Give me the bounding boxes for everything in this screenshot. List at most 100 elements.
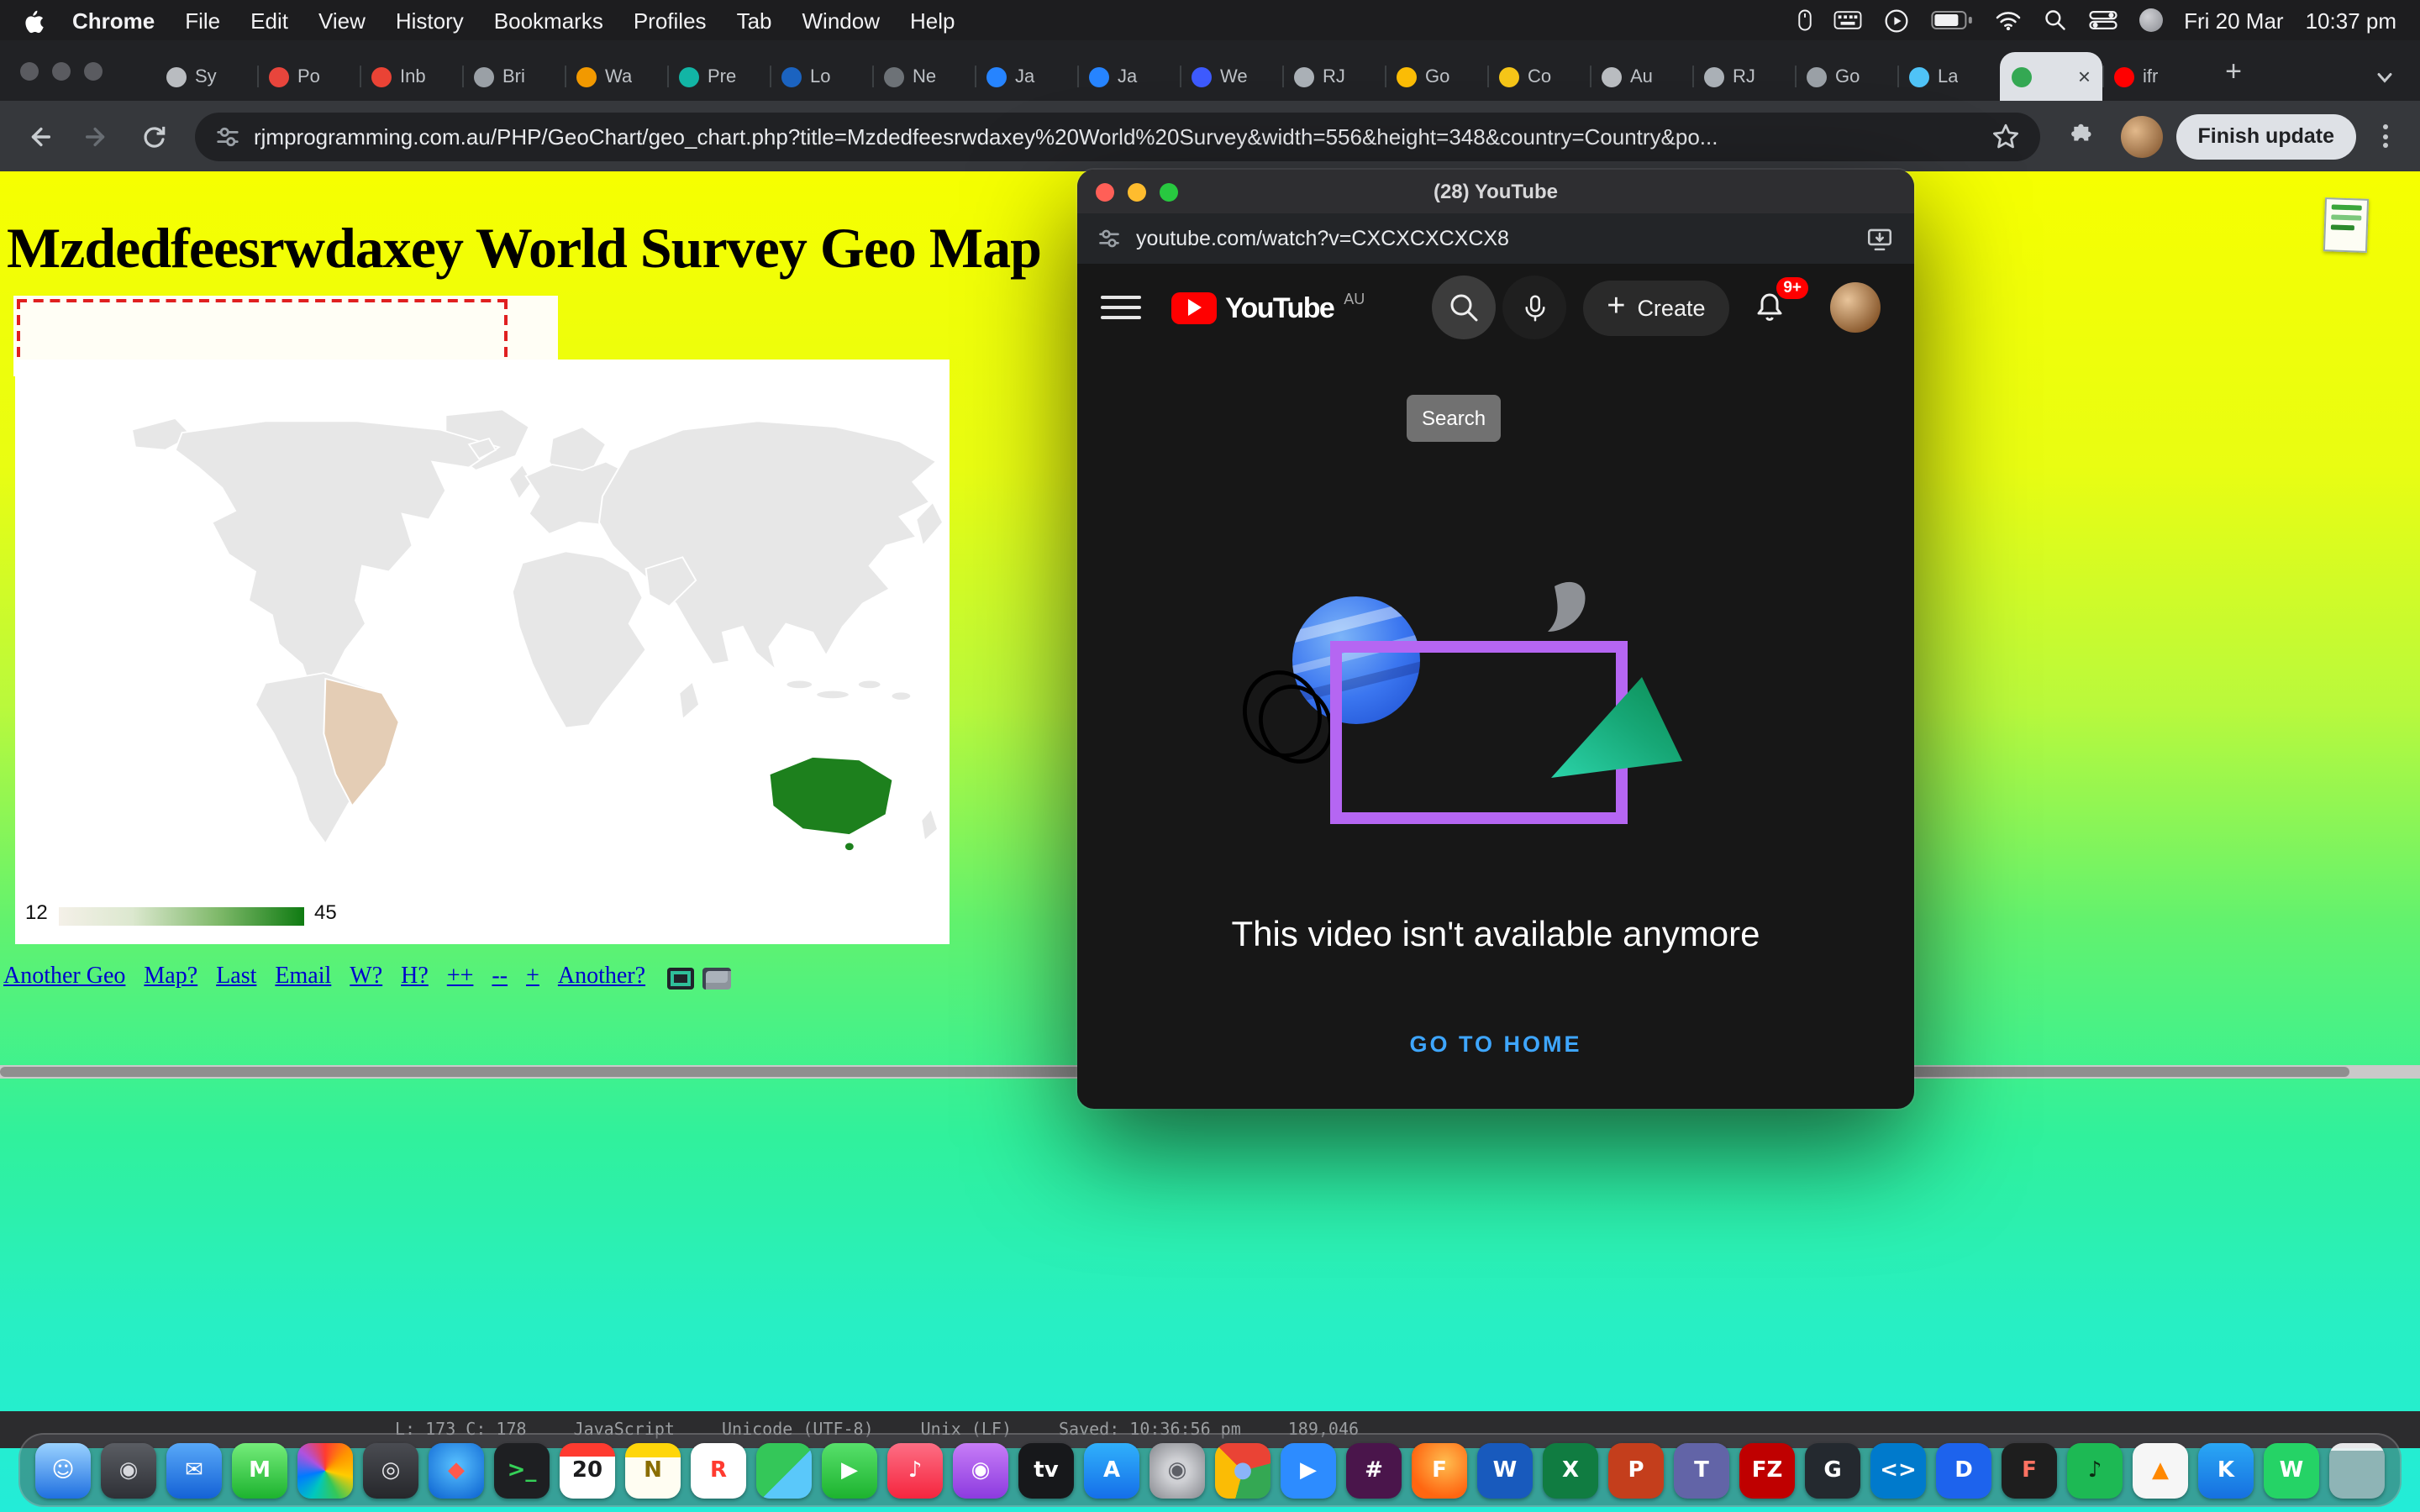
- dock-app-spotify[interactable]: ♪: [2067, 1442, 2123, 1498]
- browser-tab[interactable]: We ×: [1180, 52, 1282, 101]
- browser-tab[interactable]: Sy ×: [155, 52, 257, 101]
- finish-update-button[interactable]: Finish update: [2176, 113, 2357, 159]
- browser-tab[interactable]: ifr ×: [2102, 52, 2205, 101]
- page-link[interactable]: Another Geo: [3, 964, 125, 991]
- page-link[interactable]: Last: [216, 964, 256, 991]
- tv-icon[interactable]: [667, 967, 694, 989]
- dock-app-chrome[interactable]: ●: [1215, 1442, 1270, 1498]
- dock-app-calendar[interactable]: 20: [560, 1442, 615, 1498]
- dock-app-teams[interactable]: T: [1674, 1442, 1729, 1498]
- menu-item[interactable]: Edit: [250, 8, 288, 33]
- page-link[interactable]: ++: [447, 964, 474, 991]
- go-to-home-button[interactable]: GO TO HOME: [1077, 1016, 1914, 1072]
- dock-app-notes[interactable]: N: [625, 1442, 681, 1498]
- menu-item[interactable]: File: [185, 8, 220, 33]
- browser-tab[interactable]: La ×: [1897, 52, 2000, 101]
- minimize-window-button[interactable]: [52, 62, 71, 81]
- dock-app-filezilla[interactable]: FZ: [1739, 1442, 1795, 1498]
- page-link[interactable]: Map?: [144, 964, 197, 991]
- control-center-icon[interactable]: [2088, 10, 2117, 30]
- install-app-icon[interactable]: [1865, 224, 1894, 253]
- back-button[interactable]: [13, 111, 64, 161]
- apple-menu[interactable]: [24, 8, 45, 33]
- dock-app-slack[interactable]: #: [1346, 1442, 1402, 1498]
- browser-tab[interactable]: Co ×: [1487, 52, 1590, 101]
- create-button[interactable]: + Create: [1583, 280, 1728, 335]
- hamburger-menu-icon[interactable]: [1101, 287, 1141, 328]
- browser-tab[interactable]: RJ ×: [1692, 52, 1795, 101]
- note-thumbnail[interactable]: [2323, 197, 2369, 253]
- profile-avatar[interactable]: [2121, 115, 2163, 157]
- browser-tab[interactable]: Lo ×: [770, 52, 872, 101]
- dock-app-photos[interactable]: [297, 1442, 353, 1498]
- page-link[interactable]: Email: [275, 964, 331, 991]
- menu-time[interactable]: 10:37 pm: [2306, 8, 2396, 33]
- menu-item[interactable]: Chrome: [72, 8, 155, 33]
- browser-tab[interactable]: Inb ×: [360, 52, 462, 101]
- browser-tab[interactable]: Pre ×: [667, 52, 770, 101]
- dock-app-tv[interactable]: tv: [1018, 1442, 1074, 1498]
- close-window-button[interactable]: [20, 62, 39, 81]
- forward-button[interactable]: [71, 111, 121, 161]
- url-text[interactable]: rjmprogramming.com.au/PHP/GeoChart/geo_c…: [254, 123, 1978, 149]
- dock-app-app-store[interactable]: A: [1084, 1442, 1139, 1498]
- dock-app-trash[interactable]: [2329, 1442, 2385, 1498]
- browser-tab[interactable]: Go ×: [1385, 52, 1487, 101]
- dock-app-music[interactable]: ♪: [887, 1442, 943, 1498]
- notifications-button[interactable]: 9+: [1749, 286, 1793, 329]
- wifi-icon[interactable]: [1994, 10, 2021, 30]
- browser-tab[interactable]: Ja ×: [1077, 52, 1180, 101]
- dock-app-excel[interactable]: X: [1543, 1442, 1598, 1498]
- bookmark-star-icon[interactable]: [1991, 122, 2020, 150]
- dock-app-word[interactable]: W: [1477, 1442, 1533, 1498]
- dock-app-keynote[interactable]: K: [2198, 1442, 2254, 1498]
- zoom-window-button[interactable]: [1160, 182, 1178, 201]
- spotlight-icon[interactable]: [2043, 8, 2066, 32]
- dock-app-powerpoint[interactable]: P: [1608, 1442, 1664, 1498]
- browser-tab[interactable]: Go ×: [1795, 52, 1897, 101]
- dock-app-finder[interactable]: ☺: [35, 1442, 91, 1498]
- extensions-puzzle-icon[interactable]: [2057, 111, 2107, 161]
- dock-app-facetime[interactable]: ▶: [822, 1442, 877, 1498]
- menu-item[interactable]: History: [396, 8, 464, 33]
- dock-app-terminal[interactable]: >_: [494, 1442, 550, 1498]
- dock-app-camera[interactable]: ◎: [363, 1442, 418, 1498]
- menu-item[interactable]: Bookmarks: [494, 8, 603, 33]
- browser-tab[interactable]: Bri ×: [462, 52, 565, 101]
- voice-search-button[interactable]: [1502, 276, 1566, 339]
- new-tab-button[interactable]: +: [2212, 50, 2255, 94]
- dock-app-docker[interactable]: D: [1936, 1442, 1991, 1498]
- dock-app-zoom[interactable]: ▶: [1281, 1442, 1336, 1498]
- dock-app-messages[interactable]: M: [232, 1442, 287, 1498]
- youtube-titlebar[interactable]: (28) YouTube: [1077, 170, 1914, 213]
- go-to-home-label[interactable]: GO TO HOME: [1382, 1016, 1608, 1072]
- dock-app-launchpad[interactable]: ◉: [101, 1442, 156, 1498]
- browser-tab[interactable]: ×: [2000, 52, 2102, 101]
- dock-app-mail[interactable]: ✉: [166, 1442, 222, 1498]
- keyboard-icon[interactable]: [1833, 10, 1861, 30]
- geo-chart[interactable]: 12 45: [15, 360, 950, 944]
- url-text[interactable]: youtube.com/watch?v=CXCXCXCXCX8: [1136, 227, 1850, 250]
- dock-app-safari[interactable]: ◆: [429, 1442, 484, 1498]
- dock-app-github[interactable]: G: [1805, 1442, 1860, 1498]
- account-avatar[interactable]: [1830, 282, 1881, 333]
- page-link[interactable]: Another?: [558, 964, 645, 991]
- dock-app-whatsapp[interactable]: W: [2264, 1442, 2319, 1498]
- dock-app-vlc[interactable]: ▲: [2133, 1442, 2188, 1498]
- menu-item[interactable]: Profiles: [634, 8, 707, 33]
- browser-tab[interactable]: Wa ×: [565, 52, 667, 101]
- page-link[interactable]: W?: [350, 964, 382, 991]
- mouse-icon[interactable]: [1797, 8, 1811, 32]
- menu-item[interactable]: Tab: [737, 8, 772, 33]
- page-link[interactable]: --: [492, 964, 508, 991]
- reload-button[interactable]: [128, 111, 178, 161]
- youtube-logo[interactable]: YouTube AU: [1171, 290, 1365, 325]
- search-button[interactable]: [1432, 276, 1496, 339]
- computer-icon[interactable]: [702, 967, 731, 989]
- browser-tab[interactable]: Au ×: [1590, 52, 1692, 101]
- address-bar[interactable]: rjmprogramming.com.au/PHP/GeoChart/geo_c…: [195, 112, 2040, 160]
- dock-app-podcasts[interactable]: ◉: [953, 1442, 1008, 1498]
- page-link[interactable]: +: [526, 964, 539, 991]
- browser-tab[interactable]: Ja ×: [975, 52, 1077, 101]
- user-switch-icon[interactable]: [2139, 8, 2162, 32]
